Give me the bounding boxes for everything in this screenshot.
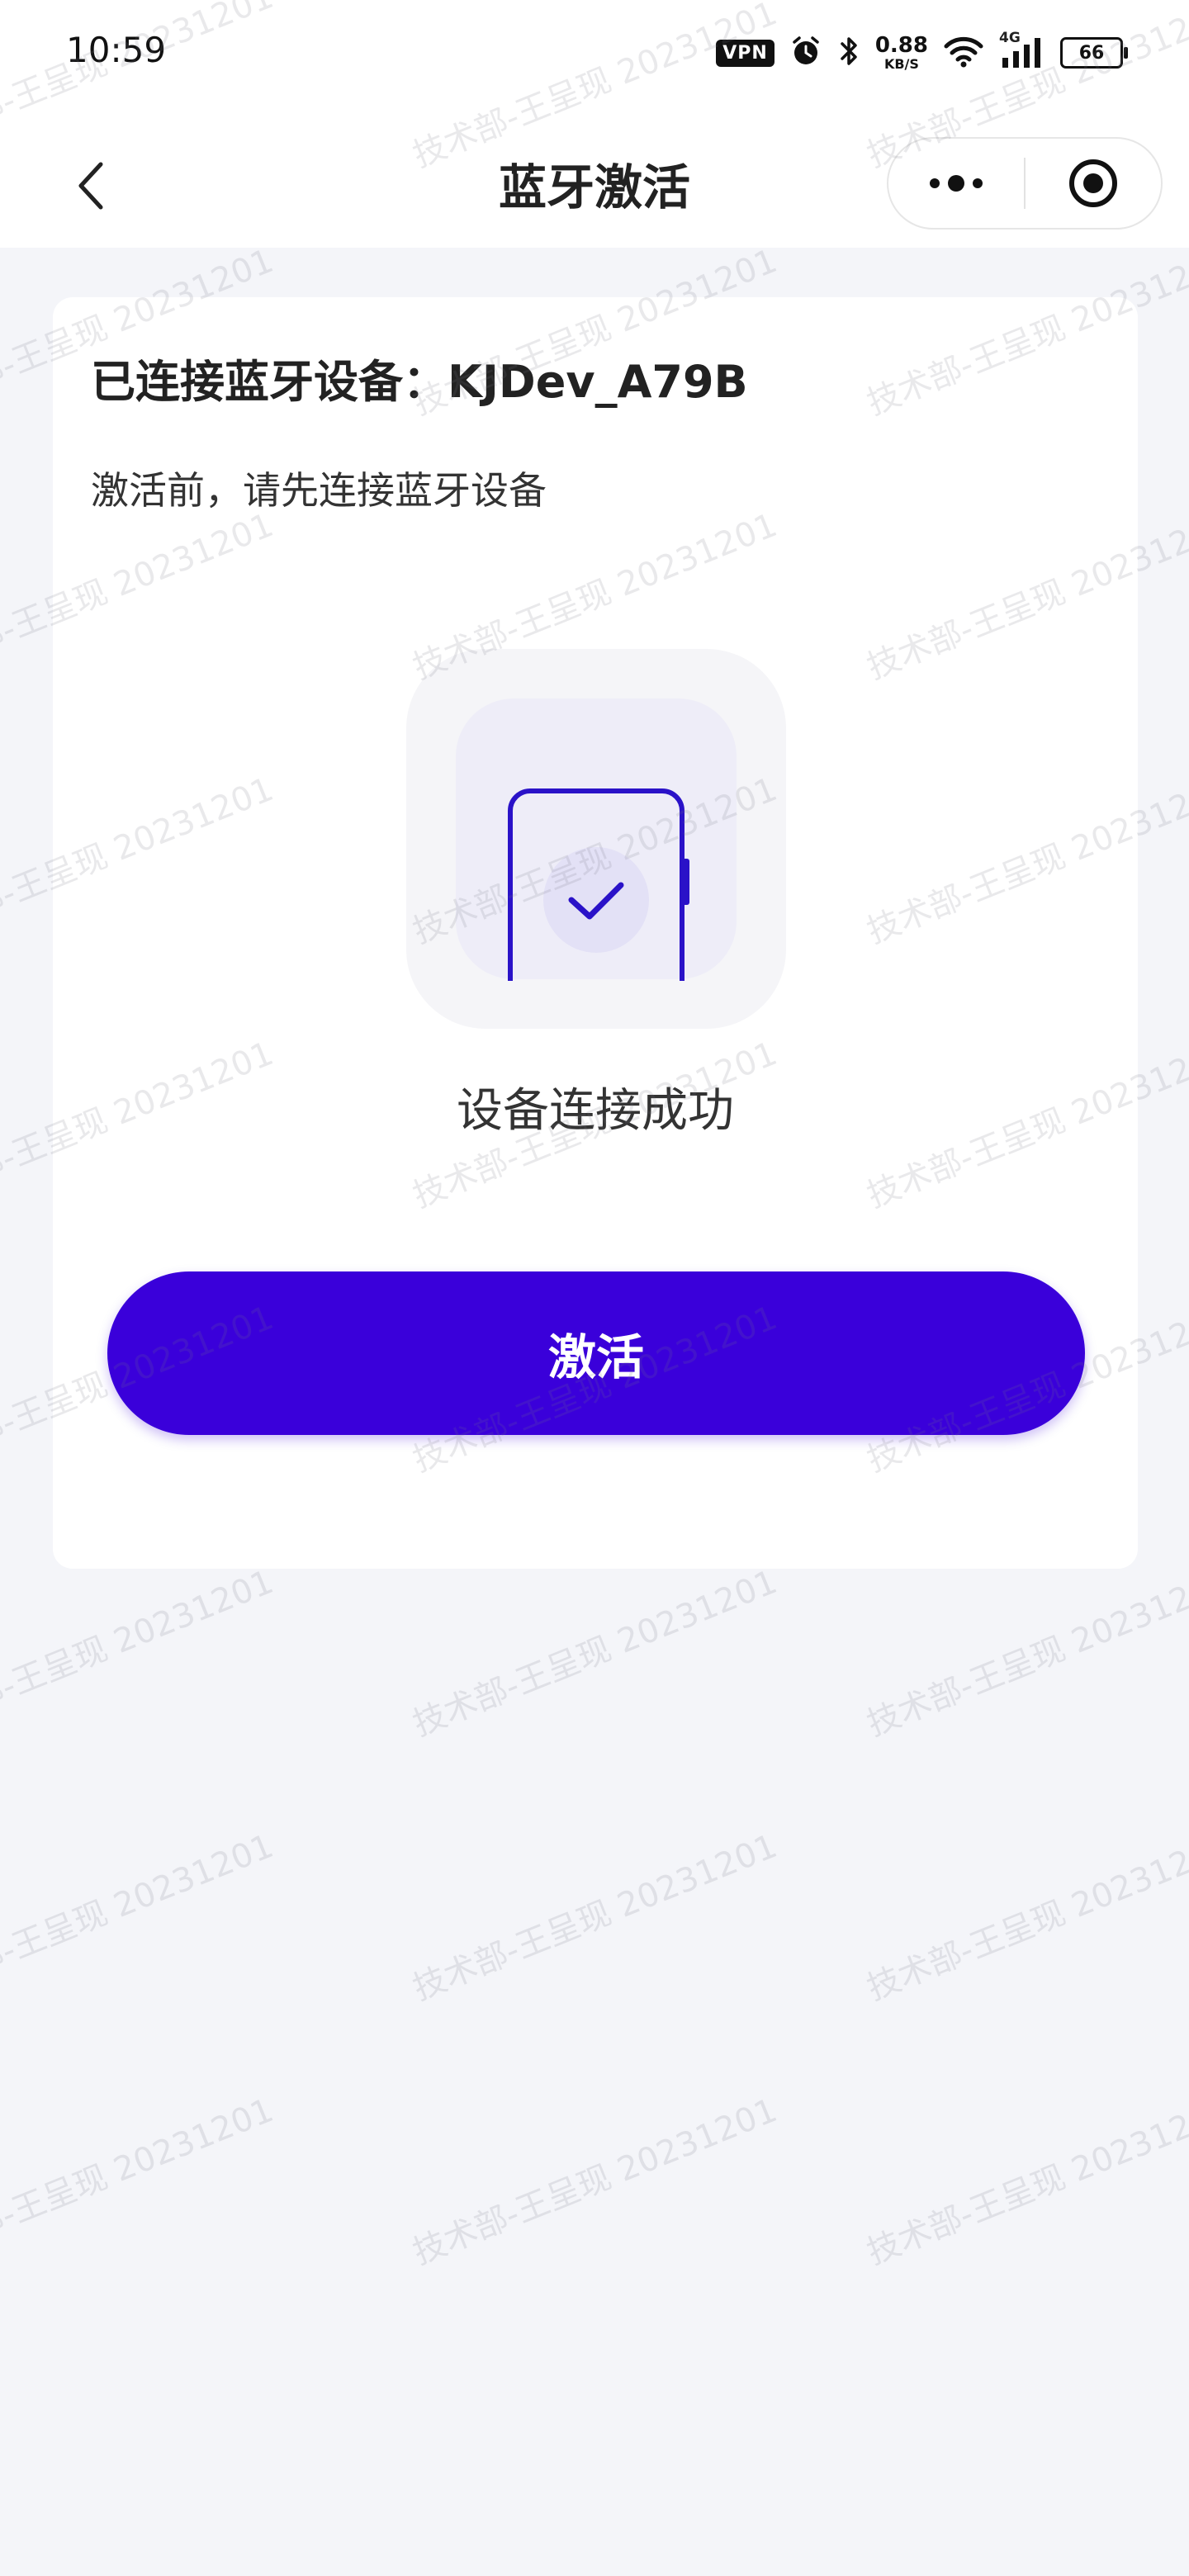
watermark-text: 技术部-王呈现 20231201 [407, 2091, 783, 2272]
activation-hint: 激活前，请先连接蓝牙设备 [91, 468, 547, 513]
status-icons: VPN 0.88 KB/S 4G 66 [716, 30, 1128, 76]
status-bar: 10:59 VPN 0.88 KB/S 4G 66 [0, 0, 1189, 107]
watermark-text: 技术部-王呈现 20231201 [861, 2091, 1189, 2272]
watermark-text: 技术部-王呈现 20231201 [0, 1562, 279, 1744]
battery-indicator: 66 [1060, 37, 1128, 69]
more-button[interactable] [888, 139, 1024, 228]
signal-icon: 4G [999, 30, 1045, 69]
mini-program-capsule [887, 137, 1163, 230]
more-dots-icon [930, 175, 983, 192]
watermark-text: 技术部-王呈现 20231201 [407, 1826, 783, 2008]
watermark-text: 技术部-王呈现 20231201 [0, 2091, 279, 2272]
close-mini-program-button[interactable] [1026, 139, 1161, 228]
net-speed-value: 0.88 [874, 33, 928, 58]
net-speed-unit: KB/S [883, 56, 919, 72]
status-time: 10:59 [66, 30, 167, 70]
watermark-text: 技术部-王呈现 20231201 [0, 1826, 279, 2008]
watermark-text: 技术部-王呈现 20231201 [861, 1826, 1189, 2008]
watermark-text: 技术部-王呈现 20231201 [861, 1562, 1189, 1744]
target-close-icon [1069, 159, 1117, 207]
network-type: 4G [999, 30, 1021, 46]
phone-check-icon [406, 649, 786, 1029]
alarm-icon [789, 35, 822, 71]
watermark-text: 技术部-王呈现 20231201 [407, 1562, 783, 1744]
wifi-icon [943, 35, 984, 71]
connected-device-label: 已连接蓝牙设备：KJDev_A79B [91, 356, 748, 408]
connection-status-text: 设备连接成功 [457, 1084, 734, 1138]
net-speed: 0.88 KB/S [875, 35, 928, 71]
activation-card: 已连接蓝牙设备：KJDev_A79B 激活前，请先连接蓝牙设备 设备连接成功 激… [53, 297, 1138, 1569]
bluetooth-icon [837, 34, 860, 72]
activate-button[interactable]: 激活 [107, 1271, 1085, 1435]
nav-bar: 蓝牙激活 [0, 107, 1189, 248]
vpn-badge: VPN [716, 39, 775, 67]
